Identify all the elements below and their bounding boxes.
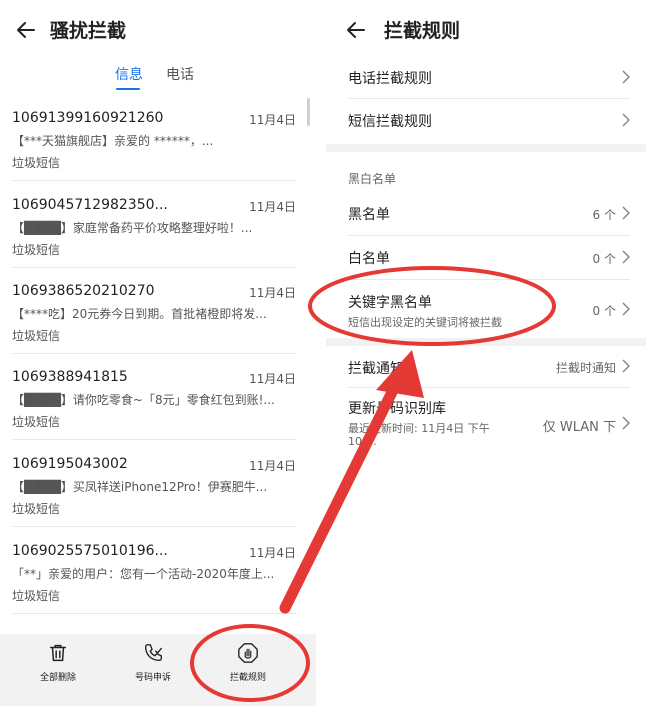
phone-appeal-icon bbox=[144, 644, 162, 662]
message-date: 11月4日 bbox=[249, 286, 296, 300]
tab-indicator bbox=[116, 88, 140, 90]
top-bar: 骚扰拦截 bbox=[0, 0, 316, 60]
tab-messages[interactable]: 信息 bbox=[115, 64, 143, 84]
intercept-notify-value: 拦截时通知 bbox=[555, 361, 616, 375]
shield-hand-icon bbox=[238, 643, 258, 663]
trash-icon bbox=[49, 644, 67, 662]
update-number-db-desc-2: 10:… bbox=[348, 435, 377, 448]
chevron-right-icon bbox=[622, 70, 630, 84]
intercept-rules-screen: 拦截规则 电话拦截规则 短信拦截规则 黑白名单 黑名单 6 个 白名单 0 个 … bbox=[326, 0, 646, 706]
delete-all-button[interactable]: 全部删除 bbox=[22, 642, 94, 683]
update-number-db-value: 仅 WLAN 下 bbox=[542, 420, 616, 435]
message-category: 垃圾短信 bbox=[12, 415, 61, 429]
tab-bar: 信息 电话 bbox=[0, 64, 316, 94]
sms-intercept-rules-row[interactable]: 短信拦截规则 bbox=[326, 99, 646, 143]
message-date: 11月4日 bbox=[249, 113, 296, 127]
chevron-right-icon bbox=[622, 250, 630, 264]
page-title: 骚扰拦截 bbox=[50, 20, 127, 42]
number-appeal-label: 号码申诉 bbox=[134, 673, 171, 683]
blacklist-row[interactable]: 黑名单 6 个 bbox=[326, 192, 646, 234]
message-category: 垃圾短信 bbox=[12, 589, 61, 603]
intercept-rules-button[interactable]: 拦截规则 bbox=[212, 642, 284, 683]
divider bbox=[12, 180, 296, 181]
divider bbox=[12, 526, 296, 527]
rules-top-bar: 拦截规则 bbox=[326, 0, 646, 60]
blacklist-count: 6 个 bbox=[592, 208, 616, 222]
message-preview: 【████】请你吃零食~「8元」零食红包到账!... bbox=[12, 393, 275, 407]
message-category: 垃圾短信 bbox=[12, 502, 61, 516]
keyword-blacklist-row[interactable]: 关键字黑名单 短信出现设定的关键词将被拦截 0 个 bbox=[326, 280, 646, 336]
phone-intercept-rules-label: 电话拦截规则 bbox=[348, 71, 432, 87]
message-preview: 【████】家庭常备药平价攻略整理好啦！... bbox=[12, 221, 253, 235]
divider bbox=[12, 613, 296, 614]
chevron-right-icon bbox=[622, 113, 630, 127]
chevron-right-icon bbox=[622, 416, 630, 430]
update-number-db-row[interactable]: 更新号码识别库 最近更新时间: 11月4日 下午 10:… 仅 WLAN 下 bbox=[326, 388, 646, 452]
update-number-db-desc: 最近更新时间: 11月4日 下午 bbox=[348, 422, 490, 435]
message-sender-number: 1069025575010196... bbox=[12, 543, 168, 559]
message-preview: 【****吃】20元券今日到期。首批褚橙即将发... bbox=[12, 307, 267, 321]
message-sender-number: 1069388941815 bbox=[12, 369, 128, 385]
keyword-blacklist-desc: 短信出现设定的关键词将被拦截 bbox=[348, 316, 502, 329]
back-arrow-icon[interactable] bbox=[14, 18, 38, 42]
chevron-right-icon bbox=[622, 302, 630, 316]
message-preview: 「**」亲爱的用户：您有一个活动-2020年度上... bbox=[12, 567, 275, 581]
bottom-action-bar: 全部删除 号码申诉 拦截规则 bbox=[0, 634, 316, 706]
intercept-notify-row[interactable]: 拦截通知 拦截时通知 bbox=[326, 346, 646, 386]
delete-all-label: 全部删除 bbox=[39, 673, 76, 683]
message-preview: 【***天猫旗舰店】亲爱的 ******，... bbox=[12, 134, 214, 148]
message-item[interactable]: 1069386520210270 11月4日【****吃】20元券今日到期。首批褚… bbox=[12, 283, 296, 367]
section-title-black-white-list: 黑白名单 bbox=[348, 172, 397, 186]
message-date: 11月4日 bbox=[249, 546, 296, 560]
keyword-blacklist-count: 0 个 bbox=[592, 304, 616, 318]
divider bbox=[12, 439, 296, 440]
whitelist-row[interactable]: 白名单 0 个 bbox=[326, 236, 646, 278]
message-item[interactable]: 1069025575010196... 11月4日「**」亲爱的用户：您有一个活动… bbox=[12, 543, 296, 627]
message-date: 11月4日 bbox=[249, 372, 296, 386]
section-band bbox=[326, 144, 646, 152]
scrollbar[interactable] bbox=[307, 98, 310, 126]
message-item[interactable]: 1069388941815 11月4日【████】请你吃零食~「8元」零食红包到账… bbox=[12, 369, 296, 453]
message-category: 垃圾短信 bbox=[12, 329, 61, 343]
whitelist-label: 白名单 bbox=[348, 251, 390, 267]
message-item[interactable]: 1069045712982350... 11月4日【████】家庭常备药平价攻略整… bbox=[12, 197, 296, 281]
message-category: 垃圾短信 bbox=[12, 156, 61, 170]
message-date: 11月4日 bbox=[249, 200, 296, 214]
chevron-right-icon bbox=[622, 359, 630, 373]
divider bbox=[12, 267, 296, 268]
tab-calls[interactable]: 电话 bbox=[166, 64, 194, 84]
harassment-intercept-screen: 骚扰拦截 信息 电话 10691399160921260 11月4日 【***天猫旗… bbox=[0, 0, 316, 706]
intercept-rules-label: 拦截规则 bbox=[229, 673, 266, 683]
section-band bbox=[326, 338, 646, 346]
message-preview: 【████】买凤祥送iPhone12Pro！伊赛肥牛... bbox=[12, 480, 268, 494]
keyword-blacklist-label: 关键字黑名单 bbox=[348, 295, 432, 311]
number-appeal-button[interactable]: 号码申诉 bbox=[117, 642, 189, 683]
whitelist-count: 0 个 bbox=[592, 252, 616, 266]
sms-intercept-rules-label: 短信拦截规则 bbox=[348, 114, 432, 130]
message-item[interactable]: 1069195043002 11月4日【████】买凤祥送iPhone12Pro！… bbox=[12, 456, 296, 540]
message-sender-number: 1069195043002 bbox=[12, 456, 128, 472]
rules-page-title: 拦截规则 bbox=[384, 20, 461, 42]
message-sender-number: 1069386520210270 bbox=[12, 283, 155, 299]
message-category: 垃圾短信 bbox=[12, 243, 61, 257]
update-number-db-label: 更新号码识别库 bbox=[348, 401, 446, 417]
back-arrow-icon[interactable] bbox=[344, 18, 368, 42]
blacklist-label: 黑名单 bbox=[348, 207, 390, 223]
message-sender-number: 1069045712982350... bbox=[12, 197, 168, 213]
intercept-notify-label: 拦截通知 bbox=[348, 361, 404, 377]
message-date: 11月4日 bbox=[249, 459, 296, 473]
message-sender-number: 10691399160921260 bbox=[12, 110, 164, 126]
message-item[interactable]: 10691399160921260 11月4日【***天猫旗舰店】亲爱的 ****… bbox=[12, 110, 296, 194]
divider bbox=[12, 353, 296, 354]
phone-intercept-rules-row[interactable]: 电话拦截规则 bbox=[326, 56, 646, 100]
chevron-right-icon bbox=[622, 206, 630, 220]
